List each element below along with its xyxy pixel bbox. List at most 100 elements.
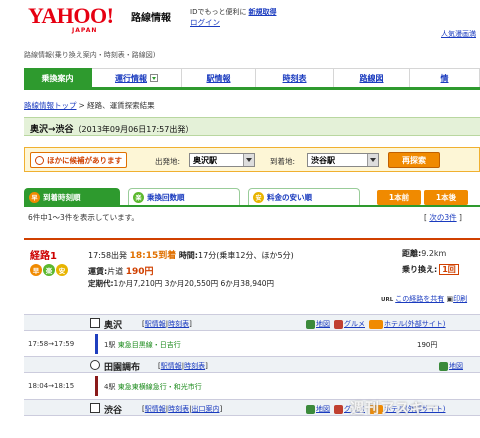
sort-fare[interactable]: 安料金の安い順 xyxy=(248,188,360,205)
distance-label: 距離: xyxy=(402,249,422,258)
gourmet-icon xyxy=(334,319,343,329)
to-select[interactable]: 渋谷駅 xyxy=(307,153,379,167)
sort-transfers[interactable]: 楽乗換回数順 xyxy=(128,188,240,205)
route-label: 経路1 xyxy=(30,251,57,262)
watermark: 週刊アスキー xyxy=(350,401,440,417)
hotel-icon xyxy=(369,319,383,329)
fast-icon: 早 xyxy=(30,264,42,276)
transfers-value: 1回 xyxy=(439,264,459,275)
header: YAHOO! JAPAN 路線情報 IDでもっと便利に 新規取得 ログイン 人気漫… xyxy=(0,0,480,42)
transfers-label: 乗り換え: xyxy=(402,265,438,274)
distance-value: 9.2km xyxy=(421,249,447,258)
station-info-link[interactable]: 駅情報 xyxy=(145,405,166,413)
route-distance: 距離:9.2km xyxy=(402,248,446,259)
line-name: 東急東横線急行・和光市行 xyxy=(117,383,202,391)
breadcrumb: 路線情報トップ > 経路、運賃探索結果 xyxy=(24,100,155,111)
station-name[interactable]: 奥沢 xyxy=(104,318,122,331)
easy-icon: 楽 xyxy=(43,264,55,276)
station-row: 奥沢 [駅情報|時刻表] 地図 グルメ ホテル(外部サイト) xyxy=(24,314,480,331)
segment-fare: 190円 xyxy=(417,341,438,349)
sort-fare-label: 料金の安い順 xyxy=(267,192,312,202)
segment-stops: 4駅 xyxy=(104,383,116,391)
line-bar xyxy=(95,376,98,396)
next-results-open: [ xyxy=(424,213,427,222)
dropdown-icon[interactable] xyxy=(150,74,158,82)
tab-route-map[interactable]: 路線図 xyxy=(334,68,410,87)
timetable-link[interactable]: 時刻表 xyxy=(184,362,205,370)
breadcrumb-top-link[interactable]: 路線情報トップ xyxy=(24,101,77,110)
station-extras: 地図 xyxy=(439,361,463,371)
fare-type: 片道 xyxy=(107,267,124,276)
pass-value: 1か月7,210円 3か月20,550円 6か月38,940円 xyxy=(113,279,275,288)
route-fare: 運賃:片道 190円 xyxy=(88,264,154,277)
id-promo-text: IDでもっと便利に xyxy=(190,8,247,16)
next-results-close: ] xyxy=(459,213,462,222)
station-name[interactable]: 渋谷 xyxy=(104,403,122,416)
timetable-link[interactable]: 時刻表 xyxy=(168,405,189,413)
station-name[interactable]: 田園調布 xyxy=(104,360,140,373)
pass-label: 定期代: xyxy=(88,279,114,288)
map-icon xyxy=(439,361,448,371)
map-icon xyxy=(306,404,315,414)
share-link[interactable]: この経路を共有 xyxy=(395,295,444,303)
prev-train-button[interactable]: 1本前 xyxy=(377,190,421,205)
station-info-link[interactable]: 駅情報 xyxy=(161,362,182,370)
station-links: [駅情報|時刻表] xyxy=(158,362,208,370)
route-badges: 早 楽 安 xyxy=(30,264,69,276)
popular-link[interactable]: 人気漫画満 xyxy=(441,29,476,39)
tab-service-info-label: 運行情報 xyxy=(115,73,147,83)
tab-more[interactable]: 情 xyxy=(410,68,480,87)
start-square-icon xyxy=(90,318,100,328)
cheap-icon: 安 xyxy=(56,264,68,276)
station-row: 田園調布 [駅情報|時刻表] 地図 xyxy=(24,356,480,373)
tab-transfer[interactable]: 乗換案内 xyxy=(24,68,92,87)
url-icon: URL xyxy=(381,297,394,303)
register-link[interactable]: 新規取得 xyxy=(248,8,276,16)
research-button[interactable]: 再探索 xyxy=(388,152,440,168)
map-link[interactable]: 地図 xyxy=(316,404,330,414)
line-name: 東急目黒線・日吉行 xyxy=(117,341,181,349)
next-results: [ 次の3件 ] xyxy=(424,212,462,223)
service-title[interactable]: 路線情報 xyxy=(131,9,171,24)
transfer-circle-icon xyxy=(90,360,100,370)
segment-time: 17:58→17:59 xyxy=(28,340,75,348)
tab-service-info[interactable]: 運行情報 xyxy=(92,68,182,87)
tab-timetable[interactable]: 時刻表 xyxy=(256,68,334,87)
timetable-link[interactable]: 時刻表 xyxy=(168,320,189,328)
page-title: 奥沢→渋谷（2013年09月06日17:57出発） xyxy=(24,117,480,136)
hotel-link[interactable]: ホテル(外部サイト) xyxy=(384,319,445,329)
segment-line: 4駅 東急東横線急行・和光市行 xyxy=(104,382,202,392)
print-link[interactable]: 印刷 xyxy=(453,295,467,303)
station-info-link[interactable]: 駅情報 xyxy=(145,320,166,328)
station-links: [駅情報|時刻表|出口案内] xyxy=(142,405,223,413)
to-value: 渋谷駅 xyxy=(311,156,335,165)
gourmet-icon xyxy=(334,404,343,414)
tab-station-info[interactable]: 駅情報 xyxy=(182,68,256,87)
line-bar xyxy=(95,334,98,354)
share-links: URL この経路を共有 ▣印刷 xyxy=(381,294,467,304)
main-nav: 乗換案内 運行情報 駅情報 時刻表 路線図 情 xyxy=(24,68,480,90)
easy-icon: 楽 xyxy=(133,191,144,203)
duration-label: 時間: xyxy=(178,251,199,260)
depart-time: 17:58出発 xyxy=(88,251,128,260)
login-link[interactable]: ログイン xyxy=(190,17,220,28)
from-select[interactable]: 奥沢駅 xyxy=(189,153,255,167)
yahoo-logo[interactable]: YAHOO! xyxy=(28,5,114,27)
end-square-icon xyxy=(90,403,100,413)
station-extras: 地図 グルメ ホテル(外部サイト) xyxy=(306,319,445,329)
gourmet-link[interactable]: グルメ xyxy=(344,319,365,329)
sort-arrival[interactable]: 早到着時刻順 xyxy=(24,188,120,205)
map-link[interactable]: 地図 xyxy=(449,361,463,371)
route-name: 奥沢→渋谷 xyxy=(30,125,74,135)
alternatives-badge[interactable]: ほかに候補があります xyxy=(30,152,127,168)
segment: 18:04→18:15 4駅 東急東横線急行・和光市行 xyxy=(24,376,480,396)
sort-arrival-label: 到着時刻順 xyxy=(43,192,81,202)
next-train-button[interactable]: 1本後 xyxy=(424,190,468,205)
map-link[interactable]: 地図 xyxy=(316,319,330,329)
bulb-icon xyxy=(35,155,44,165)
exit-guide-link[interactable]: 出口案内 xyxy=(191,405,219,413)
station-links: [駅情報|時刻表] xyxy=(142,320,192,328)
site-description: 路線情報(乗り換え案内・時刻表・路線図) xyxy=(24,51,156,59)
map-icon xyxy=(306,319,315,329)
next-results-link[interactable]: 次の3件 xyxy=(429,213,456,222)
